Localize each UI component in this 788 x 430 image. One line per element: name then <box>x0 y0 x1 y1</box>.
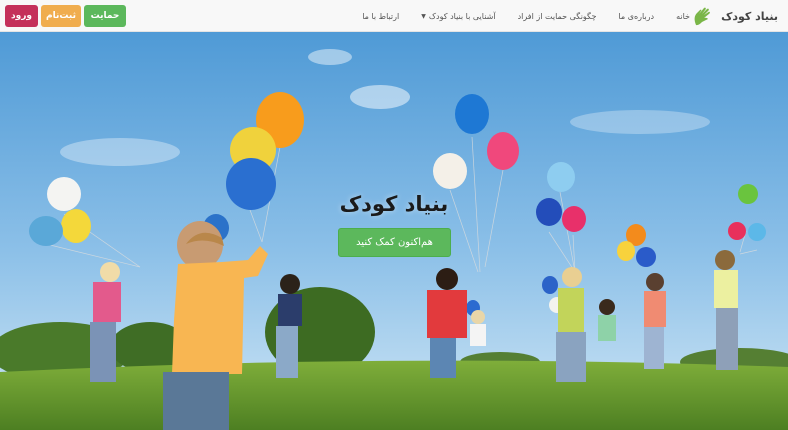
nav-contact[interactable]: ارتباط با ما <box>362 12 399 21</box>
nav-foundation-label: آشنایی با بنیاد کودک <box>428 11 496 21</box>
help-now-button[interactable]: هم‌اکنون کمک کنید <box>338 228 451 257</box>
nav-buttons: ورود ثبت‌نام حمایت <box>5 5 126 27</box>
hero-section: بنیاد کودک هم‌اکنون کمک کنید <box>0 32 788 430</box>
brand-title[interactable]: بنیاد کودک <box>721 10 778 23</box>
nav-about[interactable]: درباره‌ی ما <box>618 12 654 21</box>
hand-logo-icon[interactable] <box>691 5 715 27</box>
nav-foundation-dropdown[interactable]: آشنایی با بنیاد کودک ▼ <box>421 12 495 21</box>
hero-title: بنیاد کودک <box>339 192 449 216</box>
brand[interactable]: بنیاد کودک <box>691 5 778 27</box>
nav-how-to-support[interactable]: چگونگی حمایت از افراد <box>518 12 597 21</box>
login-button[interactable]: ورود <box>5 5 38 27</box>
support-button[interactable]: حمایت <box>84 5 126 27</box>
main-menu: خانه درباره‌ی ما چگونگی حمایت از افراد آ… <box>362 0 690 32</box>
caret-down-icon: ▼ <box>421 12 426 20</box>
nav-home[interactable]: خانه <box>676 12 690 21</box>
navbar: بنیاد کودک خانه درباره‌ی ما چگونگی حمایت… <box>0 0 788 32</box>
signup-button[interactable]: ثبت‌نام <box>41 5 81 27</box>
